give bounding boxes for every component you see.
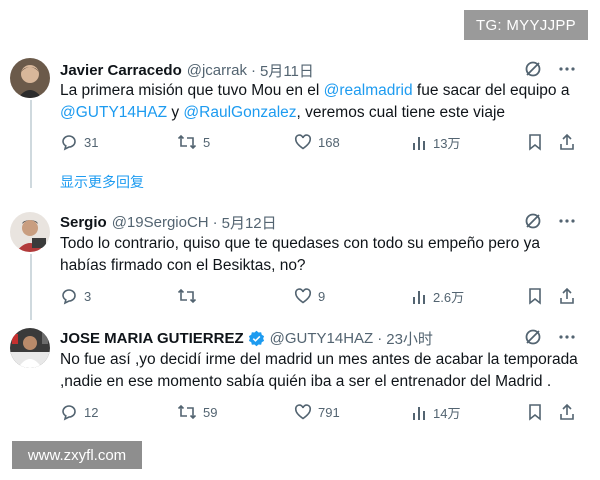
like-count: 9 xyxy=(318,288,326,304)
author-name[interactable]: JOSE MARIA GUTIERREZ xyxy=(60,330,244,347)
bookmark-icon xyxy=(529,134,541,151)
text-part: , veremos cual tiene este viaje xyxy=(296,104,506,121)
share-button[interactable] xyxy=(558,133,576,151)
like-button[interactable]: 791 xyxy=(294,403,340,421)
tweet-text: La primera misión que tuvo Mou en el @re… xyxy=(60,80,580,124)
watermark-tg: TG: MYYJJPP xyxy=(464,10,588,40)
grok-icon[interactable] xyxy=(524,60,542,78)
reply-count: 12 xyxy=(84,404,99,420)
views-count: 13万 xyxy=(433,136,461,151)
separator-dot: · xyxy=(377,329,383,347)
tweet-2: Sergio @19SergioCH · 5月12日 Todo lo contr… xyxy=(0,200,600,320)
author-name[interactable]: Javier Carracedo xyxy=(60,62,182,79)
avatar[interactable] xyxy=(10,58,50,98)
views-button[interactable]: 13万 xyxy=(411,133,460,152)
views-count: 2.6万 xyxy=(433,290,465,305)
retweet-count: 5 xyxy=(203,134,211,150)
timestamp[interactable]: 5月11日 xyxy=(260,60,314,81)
retweet-icon xyxy=(177,404,197,420)
bookmark-icon xyxy=(529,288,541,305)
reply-button[interactable]: 31 xyxy=(60,133,98,151)
views-count: 14万 xyxy=(433,406,461,421)
views-icon xyxy=(413,290,425,304)
views-icon xyxy=(413,406,425,420)
header-icons xyxy=(524,328,576,346)
mention-link[interactable]: @RaulGonzalez xyxy=(183,104,296,121)
header-icons xyxy=(524,60,576,78)
avatar[interactable] xyxy=(10,212,50,252)
reply-icon xyxy=(62,135,76,151)
retweet-button[interactable]: 59 xyxy=(177,403,217,421)
author-handle[interactable]: @jcarrak xyxy=(187,62,247,79)
separator-dot: · xyxy=(250,61,256,79)
share-icon xyxy=(560,403,574,420)
like-button[interactable]: 9 xyxy=(294,287,325,305)
timestamp[interactable]: 23小时 xyxy=(386,328,433,349)
bookmark-button[interactable] xyxy=(527,403,543,421)
heart-icon xyxy=(294,404,312,420)
tweet-text: No fue así ,yo decidí irme del madrid un… xyxy=(60,351,578,390)
grok-icon[interactable] xyxy=(524,328,542,346)
like-count: 791 xyxy=(318,404,340,420)
share-button[interactable] xyxy=(558,287,576,305)
author-handle[interactable]: @GUTY14HAZ xyxy=(270,330,374,347)
avatar[interactable] xyxy=(10,328,50,368)
tweet-header: JOSE MARIA GUTIERREZ @GUTY14HAZ · 23小时 xyxy=(60,328,433,348)
share-icon xyxy=(560,287,574,304)
tweet-actions: 12 59 791 14万 xyxy=(60,403,580,423)
reply-button[interactable]: 3 xyxy=(60,287,91,305)
text-part: y xyxy=(167,104,184,121)
show-more-replies[interactable]: 显示更多回复 xyxy=(60,172,144,192)
views-icon xyxy=(413,136,425,150)
tweet-actions: 31 5 168 13万 xyxy=(60,133,580,153)
like-count: 168 xyxy=(318,134,340,150)
retweet-count: 59 xyxy=(203,404,218,420)
separator-dot: · xyxy=(212,213,218,231)
reply-count: 31 xyxy=(84,134,99,150)
retweet-button[interactable]: 5 xyxy=(177,133,210,151)
tweet-3: JOSE MARIA GUTIERREZ @GUTY14HAZ · 23小时 N… xyxy=(0,320,600,430)
mention-link[interactable]: @realmadrid xyxy=(324,82,413,99)
reply-icon xyxy=(62,289,76,305)
retweet-button[interactable] xyxy=(177,287,203,305)
tweet-text: Todo lo contrario, quiso que te quedases… xyxy=(60,235,540,274)
views-button[interactable]: 2.6万 xyxy=(411,287,464,306)
bookmark-button[interactable] xyxy=(527,287,543,305)
text-part: La primera misión que tuvo Mou en el xyxy=(60,82,324,99)
retweet-icon xyxy=(177,288,197,304)
bookmark-icon xyxy=(529,404,541,421)
author-handle[interactable]: @19SergioCH xyxy=(112,214,209,231)
verified-badge-icon xyxy=(248,330,264,346)
reply-count: 3 xyxy=(84,288,92,304)
header-icons xyxy=(524,212,576,230)
views-button[interactable]: 14万 xyxy=(411,403,460,422)
share-button[interactable] xyxy=(558,403,576,421)
more-icon[interactable] xyxy=(558,212,576,230)
tweet-header: Sergio @19SergioCH · 5月12日 xyxy=(60,212,277,232)
grok-icon[interactable] xyxy=(524,212,542,230)
heart-icon xyxy=(294,288,312,304)
author-name[interactable]: Sergio xyxy=(60,214,107,231)
more-icon[interactable] xyxy=(558,328,576,346)
like-button[interactable]: 168 xyxy=(294,133,340,151)
retweet-icon xyxy=(177,134,197,150)
reply-button[interactable]: 12 xyxy=(60,403,98,421)
text-part: fue sacar del equipo a xyxy=(412,82,570,99)
tweet-actions: 3 9 2.6万 xyxy=(60,287,580,307)
reply-icon xyxy=(62,405,76,421)
heart-icon xyxy=(294,134,312,150)
watermark-site: www.zxyfl.com xyxy=(12,441,142,469)
mention-link[interactable]: @GUTY14HAZ xyxy=(60,104,167,121)
timestamp[interactable]: 5月12日 xyxy=(222,212,277,233)
bookmark-button[interactable] xyxy=(527,133,543,151)
tweet-header: Javier Carracedo @jcarrak · 5月11日 xyxy=(60,60,314,80)
share-icon xyxy=(560,133,574,150)
more-icon[interactable] xyxy=(558,60,576,78)
